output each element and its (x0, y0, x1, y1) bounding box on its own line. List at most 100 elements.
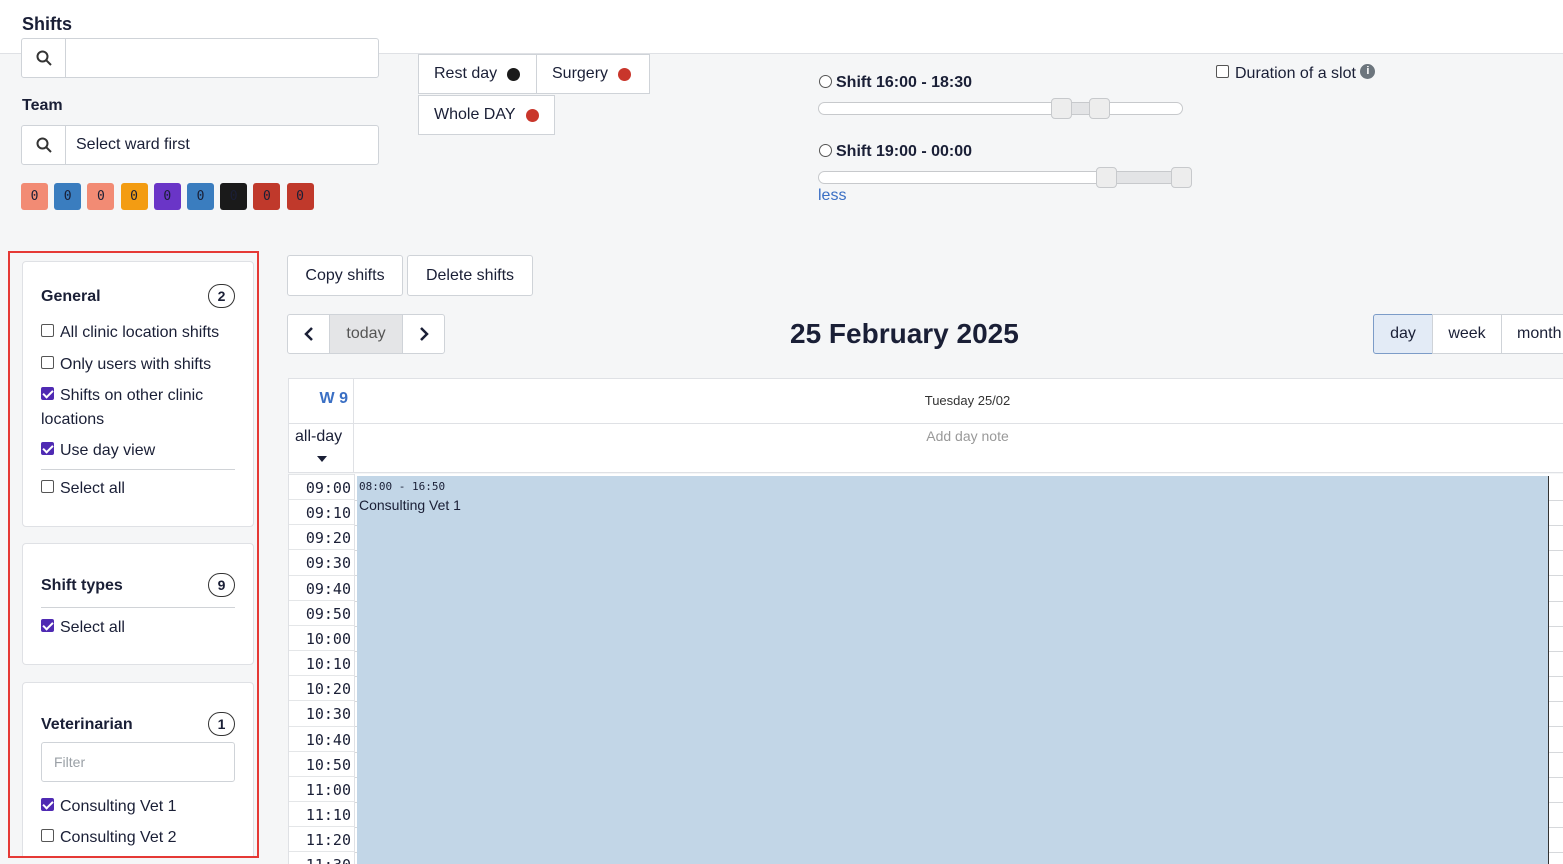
checkbox-checked[interactable] (41, 442, 54, 456)
veterinarian-count-badge: 1 (208, 712, 235, 736)
option-label: Only users with shifts (60, 356, 212, 373)
team-color-swatch[interactable]: 0 (54, 183, 82, 210)
view-month-button[interactable]: month (1501, 314, 1563, 354)
time-tick (289, 599, 355, 601)
general-select-all[interactable]: Select all (41, 477, 241, 501)
shift-b-radio[interactable] (819, 144, 832, 157)
team-color-swatch[interactable]: 0 (21, 183, 48, 210)
general-title: General (41, 288, 101, 305)
veterinarian-title: Veterinarian (41, 716, 133, 733)
less-link[interactable]: less (818, 187, 846, 205)
allday-label: all-day (295, 428, 343, 445)
time-slot-label: 09:40 (305, 579, 351, 598)
view-day-button[interactable]: day (1373, 314, 1433, 354)
shift-b-label: Shift 19:00 - 00:00 (836, 143, 973, 160)
time-tick (289, 524, 355, 526)
shift-types-count-badge: 9 (208, 573, 235, 597)
slider-handle[interactable] (1171, 167, 1192, 188)
time-grid: 08:00 - 16:50 Consulting Vet 1 09:00 09:1… (288, 474, 1563, 864)
time-slot-label: 09:50 (305, 604, 351, 623)
team-color-swatch[interactable]: 0 (187, 183, 214, 210)
team-color-swatch[interactable]: 0 (286, 183, 314, 210)
day-column-header: Tuesday 25/02 (924, 393, 1011, 408)
team-color-swatch[interactable]: 0 (120, 183, 148, 210)
option-shifts-on-other-clinic-locations[interactable]: Shifts on other clinic locations (41, 384, 231, 432)
time-slot-label: 10:00 (305, 629, 351, 648)
time-slot-label: 11:30 (289, 856, 351, 864)
option-label: Consulting Vet 2 (60, 829, 177, 846)
view-week-button[interactable]: week (1432, 314, 1502, 354)
ward-search-input[interactable] (21, 38, 379, 78)
option-only-users-with-shifts[interactable]: Only users with shifts (41, 353, 241, 377)
option-consulting-vet-2[interactable]: Consulting Vet 2 (41, 826, 241, 850)
legend-surgery[interactable]: Surgery (536, 54, 650, 94)
shift-a-slider[interactable] (818, 98, 1183, 119)
time-tick (289, 499, 355, 501)
checkbox[interactable] (41, 324, 54, 338)
time-slot-label: 11:20 (305, 831, 351, 850)
copy-shifts-button[interactable]: Copy shifts (287, 255, 403, 296)
team-search-input[interactable]: Select ward first (21, 125, 379, 165)
slider-handle[interactable] (1051, 98, 1072, 119)
option-label: Consulting Vet 1 (60, 798, 177, 815)
veterinarian-card: Veterinarian 1 Filter Consulting Vet 1 C… (22, 682, 254, 856)
info-icon[interactable]: i (1360, 64, 1376, 80)
search-icon (22, 126, 66, 164)
team-color-swatch[interactable]: 0 (153, 183, 181, 210)
time-slot-label: 09:20 (305, 529, 351, 548)
legend-whole-day[interactable]: Whole DAY (418, 95, 555, 135)
divider (41, 469, 235, 470)
legend-rest-day[interactable]: Rest day (418, 54, 537, 94)
team-label: Team (22, 97, 63, 114)
slider-handle[interactable] (1096, 167, 1117, 188)
time-tick (289, 574, 355, 576)
team-placeholder: Select ward first (76, 136, 190, 153)
shift-types-title: Shift types (41, 577, 123, 594)
event-time: 08:00 - 16:50 (359, 480, 446, 493)
search-icon (22, 39, 66, 77)
checkbox[interactable] (41, 356, 54, 370)
today-button[interactable]: today (329, 314, 403, 354)
option-label: Use day view (60, 442, 156, 459)
prev-button[interactable] (287, 314, 330, 354)
duration-label: Duration of a slot (1235, 65, 1356, 82)
shift-event[interactable]: 08:00 - 16:50 Consulting Vet 1 (357, 476, 1549, 864)
legend-whole-day-label: Whole DAY (434, 106, 516, 123)
duration-slot-toggle[interactable]: Duration of a slot i (1216, 64, 1376, 83)
team-color-swatch[interactable]: 0 (220, 183, 248, 210)
legend-rest-day-label: Rest day (434, 65, 498, 82)
time-tick (289, 750, 355, 752)
allday-cell[interactable]: all-day (289, 424, 354, 472)
time-slot-label: 11:10 (305, 805, 351, 824)
time-tick (289, 775, 355, 777)
allday-row: all-day Add day note (288, 423, 1563, 473)
add-day-note[interactable]: Add day note (355, 428, 1563, 444)
duration-checkbox[interactable] (1216, 65, 1229, 79)
team-color-swatch[interactable]: 0 (253, 183, 281, 210)
time-tick (289, 675, 355, 677)
time-tick (289, 800, 355, 802)
shift-types-select-all[interactable]: Select all (41, 616, 241, 640)
delete-shifts-button[interactable]: Delete shifts (407, 255, 533, 296)
checkbox-checked[interactable] (41, 798, 54, 812)
shift-b-slider[interactable] (818, 167, 1192, 188)
checkbox[interactable] (41, 480, 54, 494)
time-tick (289, 549, 355, 551)
checkbox-checked[interactable] (41, 387, 54, 401)
next-button[interactable] (402, 314, 445, 354)
time-slot-label: 10:30 (305, 705, 351, 724)
time-tick (289, 826, 355, 828)
option-label: Select all (60, 619, 125, 636)
shift-a-radio[interactable] (819, 75, 832, 88)
veterinarian-filter-input[interactable]: Filter (41, 742, 235, 782)
time-slot-label: 10:20 (305, 680, 351, 699)
option-consulting-vet-1[interactable]: Consulting Vet 1 (41, 795, 241, 819)
team-color-swatch[interactable]: 0 (87, 183, 115, 210)
checkbox-checked[interactable] (41, 619, 54, 633)
slider-handle[interactable] (1089, 98, 1110, 119)
time-slot-label: 10:50 (305, 755, 351, 774)
option-use-day-view[interactable]: Use day view (41, 439, 241, 463)
checkbox[interactable] (41, 829, 54, 843)
general-count-badge: 2 (208, 284, 235, 308)
option-all-clinic-location-shifts[interactable]: All clinic location shifts (41, 321, 241, 345)
